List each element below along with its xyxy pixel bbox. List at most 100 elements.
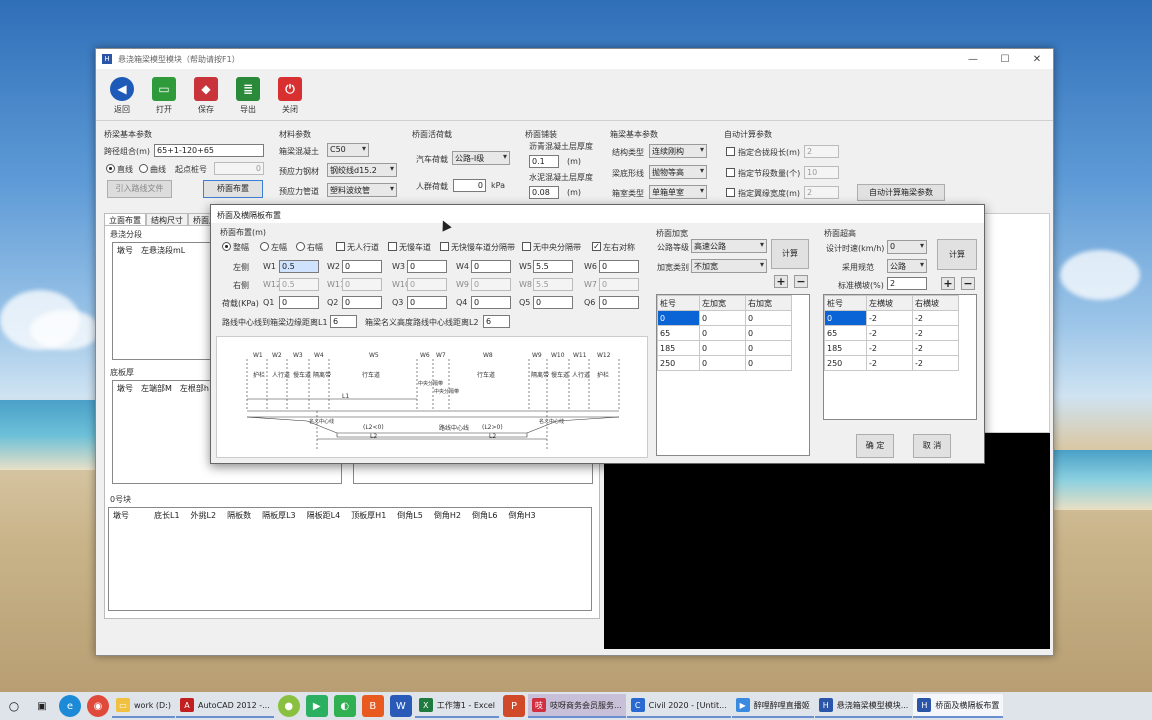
w2-input[interactable]: 0	[342, 260, 382, 273]
widen-remove-button[interactable]: −	[794, 275, 808, 288]
l1-input[interactable]: 6	[330, 315, 357, 328]
super-cell[interactable]: -2	[866, 340, 913, 356]
w8-input[interactable]: 5.5	[533, 278, 573, 291]
w4-input[interactable]: 0	[471, 260, 511, 273]
close-window-button[interactable]: ✕	[1021, 54, 1053, 65]
q2-input[interactable]: 0	[342, 296, 382, 309]
task-deck-dialog[interactable]: H 桥面及横隔板布置	[913, 694, 1004, 718]
widen-cell[interactable]: 0	[699, 355, 746, 371]
super-calc-button[interactable]: 计算	[937, 239, 977, 270]
minimize-button[interactable]: —	[957, 54, 989, 65]
widen-cell[interactable]: 0	[745, 355, 792, 371]
widen-cell[interactable]: 0	[657, 310, 700, 326]
block0-grid[interactable]: 墩号 底长L1 外挑L2 隔板数 隔板厚L3 隔板距L4 顶板厚H1 倒角L5 …	[108, 507, 592, 611]
widen-add-button[interactable]: +	[774, 275, 788, 288]
super-cell[interactable]: -2	[866, 310, 913, 326]
task-member[interactable]: 吱 吱呀商务会员服务...	[528, 694, 626, 718]
widen-type-select[interactable]: 不加宽	[691, 259, 767, 273]
section-type-select[interactable]: 单箱单室	[649, 185, 707, 199]
struct-type-select[interactable]: 连续刚构	[649, 144, 707, 158]
opt-flange-width-input[interactable]: 2	[804, 186, 839, 199]
widen-cell[interactable]: 0	[745, 310, 792, 326]
task-live[interactable]: ▶ 醉哩醉哩直播姬	[731, 694, 814, 718]
no-slow-checkbox[interactable]	[388, 242, 397, 251]
radio-right[interactable]	[296, 242, 305, 251]
span-input[interactable]: 65+1-120+65	[154, 144, 264, 157]
opt-closure-length-checkbox[interactable]	[726, 147, 735, 156]
w10-input[interactable]: 0	[407, 278, 447, 291]
task-excel[interactable]: X 工作簿1 - Excel	[414, 694, 500, 718]
task-box-girder[interactable]: H 悬浇箱梁模型模块...	[814, 694, 913, 718]
code-select[interactable]: 公路	[887, 259, 927, 273]
super-cell[interactable]: 0	[824, 310, 867, 326]
q4-input[interactable]: 0	[471, 296, 511, 309]
std-slope-input[interactable]: 2	[887, 277, 927, 290]
super-cell[interactable]: -2	[912, 340, 959, 356]
widen-cell[interactable]: 0	[699, 340, 746, 356]
symmetric-checkbox[interactable]: ✓	[592, 242, 601, 251]
super-cell[interactable]: -2	[866, 355, 913, 371]
cement-input[interactable]: 0.08	[529, 186, 559, 199]
close-button[interactable]: ⏻ 关闭	[276, 77, 304, 120]
q3-input[interactable]: 0	[407, 296, 447, 309]
app-icon-play[interactable]: ▶	[305, 695, 328, 717]
w7-input[interactable]: 0	[599, 278, 639, 291]
q1-input[interactable]: 0	[279, 296, 319, 309]
super-cell[interactable]: 250	[824, 355, 867, 371]
chrome-icon[interactable]: ◉	[87, 695, 109, 717]
no-median-checkbox[interactable]	[522, 242, 531, 251]
maximize-button[interactable]: ☐	[989, 54, 1021, 65]
powerpoint-icon[interactable]: P	[503, 695, 526, 717]
deck-layout-button[interactable]: 桥面布置	[203, 180, 263, 198]
super-cell[interactable]: 65	[824, 325, 867, 341]
l2-input[interactable]: 6	[483, 315, 510, 328]
super-cell[interactable]: -2	[912, 325, 959, 341]
w6-input[interactable]: 0	[599, 260, 639, 273]
widen-cell[interactable]: 0	[745, 325, 792, 341]
super-cell[interactable]: -2	[866, 325, 913, 341]
w5-input[interactable]: 5.5	[533, 260, 573, 273]
opt-segment-count-input[interactable]: 10	[804, 166, 839, 179]
no-fastslow-sep-checkbox[interactable]	[440, 242, 449, 251]
vehicle-load-select[interactable]: 公路-I级	[452, 151, 510, 165]
w1-input[interactable]: 0.5	[279, 260, 319, 273]
start-icon[interactable]: ○	[3, 695, 25, 717]
widen-cell[interactable]: 185	[657, 340, 700, 356]
w9-input[interactable]: 0	[471, 278, 511, 291]
open-button[interactable]: ▭ 打开	[150, 77, 178, 120]
export-button[interactable]: ≣ 导出	[234, 77, 262, 120]
opt-segment-count-checkbox[interactable]	[726, 168, 735, 177]
task-civil[interactable]: C Civil 2020 - [Untit...	[626, 694, 731, 718]
radio-left[interactable]	[260, 242, 269, 251]
widen-table[interactable]: 桩号 左加宽 右加宽 0 0 0 65 0 0 185 0 0 250 0 0	[656, 294, 810, 456]
crowd-load-input[interactable]: 0	[453, 179, 486, 192]
super-cell[interactable]: -2	[912, 310, 959, 326]
opt-flange-width-checkbox[interactable]	[726, 188, 735, 197]
duct-select[interactable]: 塑料波纹管	[327, 183, 397, 197]
w3-input[interactable]: 0	[407, 260, 447, 273]
super-table[interactable]: 桩号 左横坡 右横坡 0 -2 -2 65 -2 -2 185 -2 -2 25…	[823, 294, 977, 420]
no-sidewalk-checkbox[interactable]	[336, 242, 345, 251]
bottom-line-select[interactable]: 抛物等高	[649, 165, 707, 179]
super-add-button[interactable]: +	[941, 277, 955, 290]
segment-grid[interactable]: 墩号 左悬浇段mL	[112, 242, 212, 360]
widen-cell[interactable]: 250	[657, 355, 700, 371]
super-cell[interactable]: -2	[912, 355, 959, 371]
task-view-icon[interactable]: ▣	[31, 695, 53, 717]
app-icon-orange[interactable]: B	[361, 695, 384, 717]
app-icon-wechat[interactable]: ◐	[333, 695, 356, 717]
strand-select[interactable]: 钢绞线d15.2	[327, 163, 397, 177]
widen-calc-button[interactable]: 计算	[771, 239, 809, 269]
word-icon[interactable]: W	[389, 695, 412, 717]
q5-input[interactable]: 0	[533, 296, 573, 309]
task-autocad[interactable]: A AutoCAD 2012 -...	[176, 694, 274, 718]
widen-cell[interactable]: 65	[657, 325, 700, 341]
road-grade-select[interactable]: 高速公路	[691, 239, 767, 253]
start-pile-input[interactable]: 0	[214, 162, 264, 175]
w12-input[interactable]: 0.5	[279, 278, 319, 291]
radio-whole[interactable]	[222, 242, 231, 251]
task-work-d[interactable]: ▭ work (D:)	[112, 694, 175, 718]
asphalt-input[interactable]: 0.1	[529, 155, 559, 168]
save-button[interactable]: ◆ 保存	[192, 77, 220, 120]
radio-straight[interactable]	[106, 164, 115, 173]
